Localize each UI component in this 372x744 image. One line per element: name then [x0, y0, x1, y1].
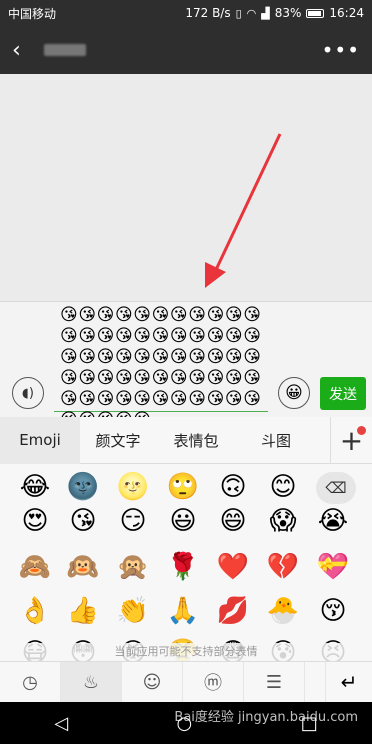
system-nav-bar: ◁ ○ □ Bai度经验 jingyan.baidu.com	[0, 702, 372, 744]
battery-icon	[306, 8, 325, 18]
emoji-grid: 😂🌚🌝🙄🙃😊😍😘😏😃😄😱😭🙈🙉🙊🌹❤️💔💝👌👍👏🙏💋🐣😚😷😳😡😤😨😰😣 ⌫ 当前…	[0, 464, 372, 661]
chat-title-bar: ‹ •••	[0, 26, 372, 74]
add-icon[interactable]: +	[330, 416, 372, 464]
emoji-cell[interactable]: 🌹	[166, 550, 200, 584]
emoji-cell[interactable]: 🙉	[66, 550, 100, 584]
vibrate-icon: ▯	[235, 6, 242, 20]
emoji-cell[interactable]: 😍	[18, 504, 52, 538]
emoji-cell[interactable]: 👌	[18, 594, 52, 628]
status-bar: 中国移动 172 B/s ▯ ◠ ▟ 83% 16:24	[0, 0, 372, 26]
emoji-cell[interactable]: 😂	[18, 470, 52, 504]
emoji-tabs: Emoji 颜文字 表情包 斗图 +	[0, 416, 372, 464]
tab-stickers[interactable]: 表情包	[156, 417, 236, 464]
tab-emoji[interactable]: Emoji	[0, 416, 80, 464]
emoji-cell[interactable]: 🙊	[116, 550, 150, 584]
backspace-icon[interactable]: ⌫	[316, 472, 356, 504]
fire-icon[interactable]: ♨	[61, 662, 122, 702]
emoji-cell[interactable]: 🙃	[216, 470, 250, 504]
emoji-cell[interactable]: 😚	[316, 594, 350, 628]
watermark: Bai度经验 jingyan.baidu.com	[174, 710, 358, 725]
emoji-cell[interactable]: 😏	[116, 504, 150, 538]
emoji-cell[interactable]: 💔	[266, 550, 300, 584]
wifi-icon: ◠	[246, 6, 257, 20]
contact-name-redacted	[44, 44, 86, 56]
send-button[interactable]: 发送	[320, 377, 366, 410]
face-icon[interactable]: ☺	[122, 662, 183, 702]
chat-area	[0, 74, 372, 301]
emoji-cell[interactable]: 😘	[66, 504, 100, 538]
clock-time: 16:24	[329, 6, 364, 20]
red-arrow-annotation	[205, 133, 282, 288]
battery-percent: 83%	[274, 6, 302, 20]
network-speed: 172 B/s	[185, 6, 231, 20]
emoji-cell[interactable]: 🙈	[18, 550, 52, 584]
emoji-cell[interactable]: 😄	[216, 504, 250, 538]
input-bar: ◖) 😘😘😘😘😘😘😘😘😘😘😘😘😘😘😘😘😘😘😘😘😘😘😘😘😘😘😘😘😘😘😘😘😘😘😘😘😘…	[0, 301, 372, 430]
tab-meme[interactable]: 斗图	[236, 417, 316, 464]
more-icon[interactable]: •••	[322, 38, 360, 62]
emoji-toggle-icon[interactable]: 😀	[278, 377, 310, 409]
emoji-cell[interactable]: 💋	[216, 594, 250, 628]
emoji-cell[interactable]: 🌚	[66, 470, 100, 504]
monkey-icon[interactable]: ⓜ	[183, 662, 244, 702]
emoji-cell[interactable]: 🙄	[166, 470, 200, 504]
emoji-cell[interactable]: ❤️	[216, 550, 250, 584]
keyboard-back-icon[interactable]: ↵	[325, 662, 372, 702]
emoji-cell[interactable]: 😃	[166, 504, 200, 538]
notification-dot	[357, 425, 366, 435]
emoji-cell[interactable]: 👏	[116, 594, 150, 628]
emoji-cell[interactable]: 🙏	[166, 594, 200, 628]
signal-icon: ▟	[261, 6, 270, 20]
emoji-cell[interactable]: 🌝	[116, 470, 150, 504]
message-input-text: 😘😘😘😘😘😘😘😘😘😘😘😘😘😘😘😘😘😘😘😘😘😘😘😘😘😘😘😘😘😘😘😘😘😘😘😘😘😘😘😘…	[60, 305, 262, 430]
nav-back-icon[interactable]: ◁	[54, 713, 68, 734]
chevron-left-icon[interactable]: ‹	[12, 38, 38, 63]
clock-icon[interactable]: ◷	[0, 662, 61, 702]
message-input[interactable]: 😘😘😘😘😘😘😘😘😘😘😘😘😘😘😘😘😘😘😘😘😘😘😘😘😘😘😘😘😘😘😘😘😘😘😘😘😘😘😘😘…	[54, 304, 268, 430]
voice-icon[interactable]: ◖)	[12, 377, 44, 409]
emoji-category-bar: ◷ ♨ ☺ ⓜ ☰ ↵	[0, 661, 372, 702]
emoji-cell[interactable]: 👍	[66, 594, 100, 628]
emoji-cell[interactable]: 😭	[316, 504, 350, 538]
emoji-cell[interactable]: 😱	[266, 504, 300, 538]
emoji-cell[interactable]: 🐣	[266, 594, 300, 628]
tab-kaomoji[interactable]: 颜文字	[80, 417, 156, 464]
emoji-cell[interactable]: 💝	[316, 550, 350, 584]
emoji-cell[interactable]: 😊	[266, 470, 300, 504]
keyboard-tip: 当前应用可能不支持部分表情	[0, 643, 372, 661]
burger-icon[interactable]: ☰	[244, 662, 305, 702]
carrier-label: 中国移动	[8, 6, 57, 21]
